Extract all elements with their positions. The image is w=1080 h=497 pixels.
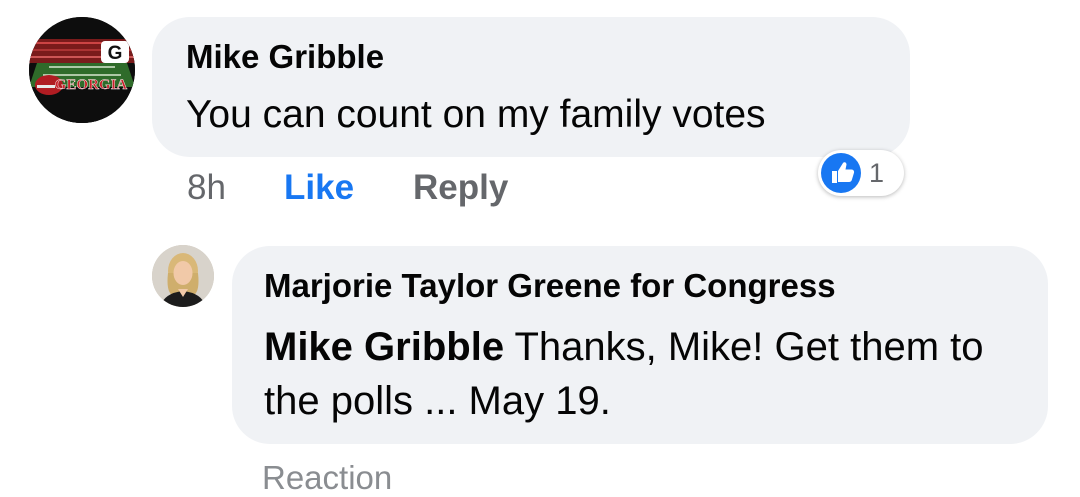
partially-visible-action[interactable]: Reaction: [262, 459, 392, 497]
reply-author-name[interactable]: Marjorie Taylor Greene for Congress: [264, 267, 836, 305]
reply-author-avatar[interactable]: [152, 245, 214, 307]
like-button[interactable]: Like: [284, 168, 354, 208]
thumbs-up-icon: [821, 153, 861, 193]
person-portrait-image: [152, 245, 214, 307]
comment-timestamp[interactable]: 8h: [187, 168, 226, 208]
reply-button[interactable]: Reply: [413, 168, 508, 208]
georgia-bulldogs-avatar-image: G GEORGIA: [29, 17, 135, 123]
reply-text: Mike Gribble Thanks, Mike! Get them to t…: [264, 320, 1034, 428]
mention-link[interactable]: Mike Gribble: [264, 325, 504, 369]
comment-author-name[interactable]: Mike Gribble: [186, 38, 384, 76]
svg-text:G: G: [108, 43, 123, 64]
commenter-avatar[interactable]: G GEORGIA: [29, 17, 135, 123]
reaction-count: 1: [869, 158, 885, 188]
svg-text:GEORGIA: GEORGIA: [55, 77, 128, 93]
comment-text: You can count on my family votes: [186, 93, 766, 136]
